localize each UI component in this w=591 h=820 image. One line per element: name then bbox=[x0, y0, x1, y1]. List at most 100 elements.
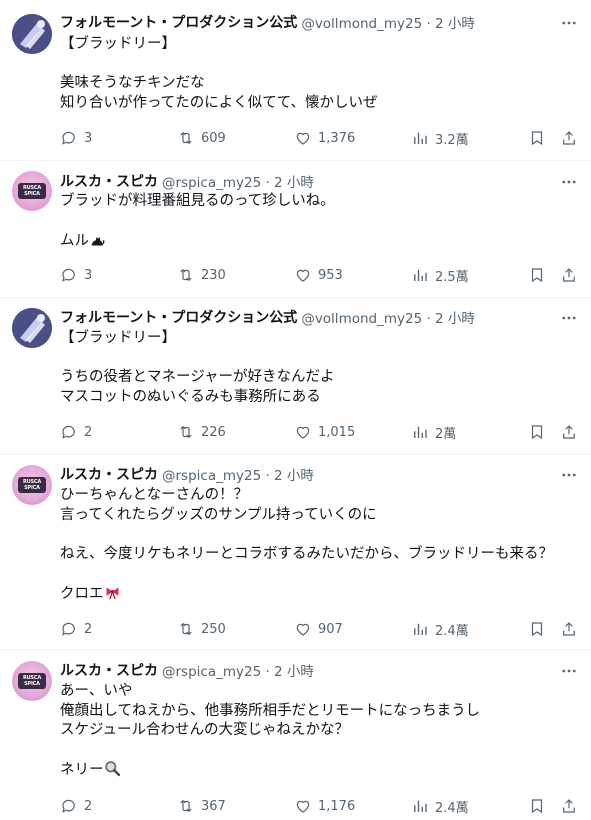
share-icon bbox=[563, 425, 575, 439]
more-options-button[interactable] bbox=[559, 308, 579, 328]
avatar[interactable] bbox=[12, 14, 52, 54]
reply-button[interactable]: 2 bbox=[60, 619, 92, 639]
handle-time[interactable]: @vollmond_my25 · 2 小時 bbox=[301, 12, 475, 32]
like-count: 1,176 bbox=[318, 798, 356, 814]
action-bar: 3 609 1,376 3.2萬 bbox=[60, 128, 580, 148]
more-options-button[interactable] bbox=[559, 465, 579, 485]
heart-icon bbox=[296, 623, 310, 636]
avatar[interactable]: RUSCA SPICA bbox=[12, 661, 52, 701]
retweet-count: 226 bbox=[201, 424, 226, 440]
timeline: フォルモーント・プロダクション公式 @vollmond_my25 · 2 小時 … bbox=[0, 0, 591, 820]
black-cat-emoji-icon bbox=[91, 236, 105, 246]
reply-button[interactable]: 2 bbox=[60, 422, 92, 442]
bar-chart-icon bbox=[414, 269, 427, 281]
reply-button[interactable]: 2 bbox=[60, 796, 92, 816]
more-options-button[interactable] bbox=[559, 661, 579, 681]
retweet-count: 250 bbox=[201, 621, 226, 637]
tweet-header: フォルモーント・プロダクション公式 @vollmond_my25 · 2 小時 bbox=[60, 307, 475, 327]
display-name[interactable]: ルスカ・スピカ bbox=[60, 171, 158, 191]
avatar[interactable] bbox=[12, 308, 52, 348]
avatar[interactable]: RUSCA SPICA bbox=[12, 465, 52, 505]
handle-time[interactable]: @rspica_my25 · 2 小時 bbox=[162, 660, 314, 680]
view-count: 2.4萬 bbox=[435, 800, 469, 816]
share-icon bbox=[563, 268, 575, 282]
handle-time[interactable]: @rspica_my25 · 2 小時 bbox=[162, 464, 314, 484]
tweet-header: ルスカ・スピカ @rspica_my25 · 2 小時 bbox=[60, 171, 314, 191]
share-button[interactable] bbox=[560, 422, 578, 442]
share-icon bbox=[563, 622, 575, 636]
retweet-icon bbox=[180, 799, 192, 813]
views-button[interactable]: 2.5萬 bbox=[411, 265, 469, 285]
like-count: 907 bbox=[318, 621, 343, 637]
more-icon bbox=[562, 473, 576, 477]
views-button[interactable]: 2.4萬 bbox=[411, 619, 469, 639]
bar-chart-icon bbox=[414, 800, 427, 812]
display-name[interactable]: フォルモーント・プロダクション公式 bbox=[60, 12, 297, 32]
action-bar: 2 250 907 2.4萬 bbox=[60, 619, 580, 639]
more-icon bbox=[562, 180, 576, 184]
like-button[interactable]: 1,176 bbox=[294, 796, 355, 816]
views-button[interactable]: 2.4萬 bbox=[411, 796, 469, 816]
reply-button[interactable]: 3 bbox=[60, 265, 92, 285]
more-options-button[interactable] bbox=[559, 13, 579, 33]
handle-time[interactable]: @vollmond_my25 · 2 小時 bbox=[301, 307, 475, 327]
tweet-text: ひーちゃんとなーさんの！？ 言ってくれたらグッズのサンプル持っていくのに ねえ、… bbox=[60, 486, 575, 604]
retweet-button[interactable]: 367 bbox=[177, 796, 226, 816]
bookmark-button[interactable] bbox=[528, 422, 546, 442]
share-icon bbox=[563, 799, 575, 813]
magnifying-glass-emoji-icon bbox=[104, 761, 120, 777]
views-button[interactable]: 2萬 bbox=[411, 422, 456, 442]
heart-icon bbox=[296, 800, 310, 813]
reply-button[interactable]: 3 bbox=[60, 128, 92, 148]
bookmark-button[interactable] bbox=[528, 796, 546, 816]
avatar-text: RUSCA SPICA bbox=[22, 675, 42, 687]
bookmark-button[interactable] bbox=[528, 128, 546, 148]
retweet-button[interactable]: 609 bbox=[177, 128, 226, 148]
more-icon bbox=[562, 669, 576, 673]
tweet[interactable]: RUSCA SPICA ルスカ・スピカ @rspica_my25 · 2 小時 … bbox=[0, 161, 591, 297]
share-button[interactable] bbox=[560, 128, 578, 148]
handle-time[interactable]: @rspica_my25 · 2 小時 bbox=[162, 171, 314, 191]
bookmark-icon bbox=[531, 268, 543, 283]
bookmark-button[interactable] bbox=[528, 265, 546, 285]
heart-icon bbox=[296, 426, 310, 439]
tweet[interactable]: RUSCA SPICA ルスカ・スピカ @rspica_my25 · 2 小時 … bbox=[0, 455, 591, 649]
more-icon bbox=[562, 316, 576, 320]
share-button[interactable] bbox=[560, 796, 578, 816]
retweet-button[interactable]: 230 bbox=[177, 265, 226, 285]
like-button[interactable]: 1,015 bbox=[294, 422, 355, 442]
reply-icon bbox=[62, 622, 75, 636]
retweet-button[interactable]: 250 bbox=[177, 619, 226, 639]
avatar[interactable]: RUSCA SPICA bbox=[12, 171, 52, 211]
tweet[interactable]: フォルモーント・プロダクション公式 @vollmond_my25 · 2 小時 … bbox=[0, 0, 591, 160]
reply-count: 2 bbox=[84, 798, 93, 814]
reply-count: 2 bbox=[84, 621, 93, 637]
retweet-count: 367 bbox=[201, 798, 226, 814]
avatar-text: RUSCA SPICA bbox=[22, 479, 42, 491]
reply-icon bbox=[62, 799, 75, 813]
retweet-button[interactable]: 226 bbox=[177, 422, 226, 442]
display-name[interactable]: ルスカ・スピカ bbox=[60, 464, 158, 484]
views-button[interactable]: 3.2萬 bbox=[411, 128, 469, 148]
share-button[interactable] bbox=[560, 619, 578, 639]
retweet-count: 230 bbox=[201, 267, 226, 283]
reply-count: 3 bbox=[84, 130, 93, 146]
tweet-header: ルスカ・スピカ @rspica_my25 · 2 小時 bbox=[60, 660, 314, 680]
reply-icon bbox=[62, 425, 75, 439]
like-count: 953 bbox=[318, 267, 343, 283]
display-name[interactable]: フォルモーント・プロダクション公式 bbox=[60, 307, 297, 327]
like-button[interactable]: 907 bbox=[294, 619, 343, 639]
retweet-icon bbox=[180, 268, 192, 282]
reply-count: 3 bbox=[84, 267, 93, 283]
tweet[interactable]: フォルモーント・プロダクション公式 @vollmond_my25 · 2 小時 … bbox=[0, 298, 591, 454]
like-button[interactable]: 1,376 bbox=[294, 128, 355, 148]
more-options-button[interactable] bbox=[559, 172, 579, 192]
like-count: 1,376 bbox=[318, 130, 356, 146]
heart-icon bbox=[296, 132, 310, 145]
bookmark-button[interactable] bbox=[528, 619, 546, 639]
tweet[interactable]: RUSCA SPICA ルスカ・スピカ @rspica_my25 · 2 小時 … bbox=[0, 650, 591, 820]
display-name[interactable]: ルスカ・スピカ bbox=[60, 660, 158, 680]
retweet-icon bbox=[180, 622, 192, 636]
like-button[interactable]: 953 bbox=[294, 265, 343, 285]
share-button[interactable] bbox=[560, 265, 578, 285]
